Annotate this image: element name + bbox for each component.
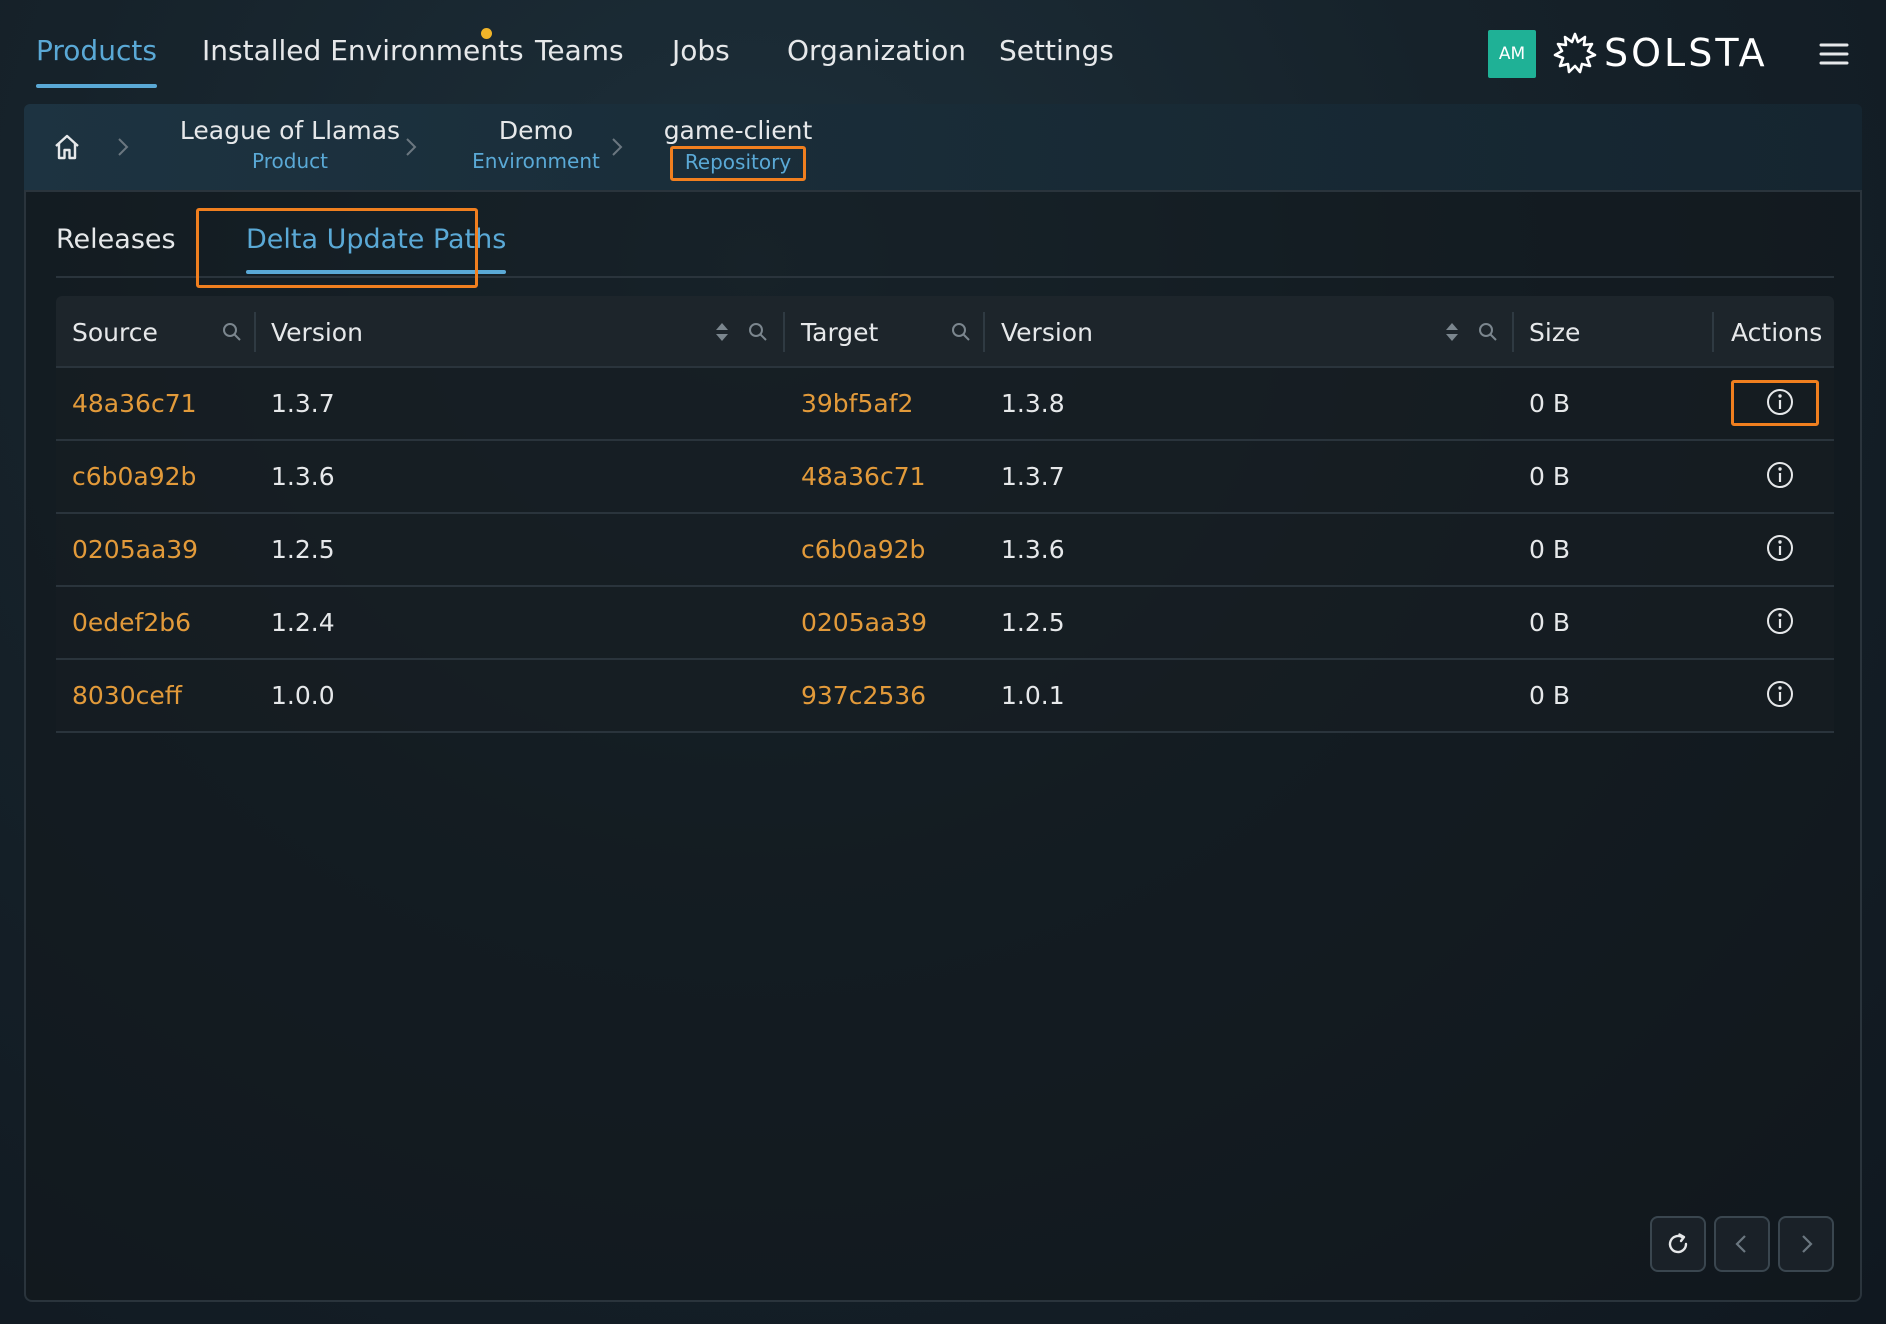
header-source[interactable]: Source <box>72 296 158 368</box>
delta-paths-table: Source Version Target Version Size Actio… <box>56 296 1834 733</box>
target-version: 1.0.1 <box>1001 681 1065 710</box>
size-value: 0 B <box>1529 389 1571 418</box>
info-icon[interactable] <box>1764 532 1796 564</box>
target-version: 1.3.8 <box>1001 389 1065 418</box>
top-navigation: Products Installed Environments Teams Jo… <box>0 0 1886 100</box>
header-target-version[interactable]: Version <box>1001 296 1093 368</box>
breadcrumb-product-name: League of Llamas <box>179 116 401 145</box>
size-value: 0 B <box>1529 535 1571 564</box>
sun-logo-icon <box>1553 32 1597 74</box>
table-row: 8030ceff 1.0.0 937c2536 1.0.1 0 B <box>56 660 1834 733</box>
search-icon[interactable] <box>746 320 770 344</box>
sort-icon[interactable] <box>710 320 734 344</box>
source-version: 1.3.7 <box>271 389 335 418</box>
previous-page-button[interactable] <box>1714 1216 1770 1272</box>
source-id-link[interactable]: 0edef2b6 <box>72 587 191 658</box>
info-icon[interactable] <box>1764 678 1796 710</box>
chevron-right-icon <box>612 138 623 156</box>
size-value: 0 B <box>1529 681 1571 710</box>
tab-releases[interactable]: Releases <box>56 224 176 255</box>
search-icon[interactable] <box>949 320 973 344</box>
source-id-link[interactable]: 0205aa39 <box>72 514 198 585</box>
chevron-right-icon <box>118 138 129 156</box>
nav-tab-products[interactable]: Products <box>36 34 157 90</box>
logo-wordmark: SOLSTA <box>1604 31 1768 75</box>
nav-tab-teams[interactable]: Teams <box>535 34 624 90</box>
header-actions: Actions <box>1731 317 1823 347</box>
breadcrumb: League of Llamas Product Demo Environmen… <box>24 104 1862 190</box>
breadcrumb-product[interactable]: League of Llamas Product <box>164 116 416 173</box>
breadcrumb-repository[interactable]: game-client Repository <box>658 116 818 181</box>
target-version: 1.2.5 <box>1001 608 1065 637</box>
sort-icon[interactable] <box>1440 320 1464 344</box>
header-size[interactable]: Size <box>1529 296 1580 368</box>
breadcrumb-environment[interactable]: Demo Environment <box>448 116 624 173</box>
refresh-button[interactable] <box>1650 1216 1706 1272</box>
target-version: 1.3.7 <box>1001 462 1065 491</box>
column-divider <box>1512 312 1514 352</box>
info-icon[interactable] <box>1764 386 1796 418</box>
highlight-box <box>196 208 478 288</box>
search-icon[interactable] <box>1476 320 1500 344</box>
hamburger-menu-icon[interactable] <box>1818 38 1850 70</box>
info-icon[interactable] <box>1764 459 1796 491</box>
breadcrumb-environment-name: Demo <box>498 116 574 145</box>
header-target[interactable]: Target <box>801 296 878 368</box>
table-header: Source Version Target Version Size Actio… <box>56 296 1834 368</box>
chevron-right-icon <box>1802 1235 1813 1253</box>
nav-tab-installed-environments[interactable]: Installed Environments <box>202 34 524 90</box>
refresh-icon <box>1668 1233 1688 1254</box>
target-id-link[interactable]: 39bf5af2 <box>801 368 913 439</box>
search-icon[interactable] <box>220 320 244 344</box>
column-divider <box>254 312 256 352</box>
nav-tab-jobs[interactable]: Jobs <box>672 34 730 90</box>
nav-tab-settings[interactable]: Settings <box>999 34 1114 90</box>
table-row: c6b0a92b 1.3.6 48a36c71 1.3.7 0 B <box>56 441 1834 514</box>
target-id-link[interactable]: c6b0a92b <box>801 514 925 585</box>
source-id-link[interactable]: c6b0a92b <box>72 441 196 512</box>
main-panel: Releases Delta Update Paths Source Versi… <box>24 190 1862 1302</box>
source-version: 1.2.4 <box>271 608 335 637</box>
column-divider <box>783 312 785 352</box>
size-value: 0 B <box>1529 608 1571 637</box>
tab-releases-label: Releases <box>56 224 176 255</box>
breadcrumb-repository-type: Repository <box>669 146 807 181</box>
source-id-link[interactable]: 8030ceff <box>72 660 182 731</box>
chevron-left-icon <box>1735 1235 1746 1253</box>
notification-dot <box>481 28 492 39</box>
breadcrumb-product-type: Product <box>252 149 328 173</box>
header-source-version[interactable]: Version <box>271 296 363 368</box>
column-divider <box>983 312 985 352</box>
home-icon[interactable] <box>52 132 82 162</box>
target-id-link[interactable]: 0205aa39 <box>801 587 927 658</box>
size-value: 0 B <box>1529 462 1571 491</box>
table-row: 0205aa39 1.2.5 c6b0a92b 1.3.6 0 B <box>56 514 1834 587</box>
table-row: 0edef2b6 1.2.4 0205aa39 1.2.5 0 B <box>56 587 1834 660</box>
next-page-button[interactable] <box>1778 1216 1834 1272</box>
column-divider <box>1712 312 1714 352</box>
source-version: 1.2.5 <box>271 535 335 564</box>
table-row: 48a36c71 1.3.7 39bf5af2 1.3.8 0 B <box>56 368 1834 441</box>
breadcrumb-repository-name: game-client <box>663 116 813 145</box>
breadcrumb-environment-type: Environment <box>472 149 600 173</box>
source-id-link[interactable]: 48a36c71 <box>72 368 197 439</box>
target-id-link[interactable]: 48a36c71 <box>801 441 926 512</box>
nav-tab-organization[interactable]: Organization <box>787 34 966 90</box>
source-version: 1.3.6 <box>271 462 335 491</box>
target-id-link[interactable]: 937c2536 <box>801 660 926 731</box>
source-version: 1.0.0 <box>271 681 335 710</box>
user-avatar[interactable]: AM <box>1488 30 1536 78</box>
chevron-right-icon <box>406 138 417 156</box>
target-version: 1.3.6 <box>1001 535 1065 564</box>
solsta-logo: SOLSTA <box>1552 28 1768 78</box>
info-icon[interactable] <box>1764 605 1796 637</box>
